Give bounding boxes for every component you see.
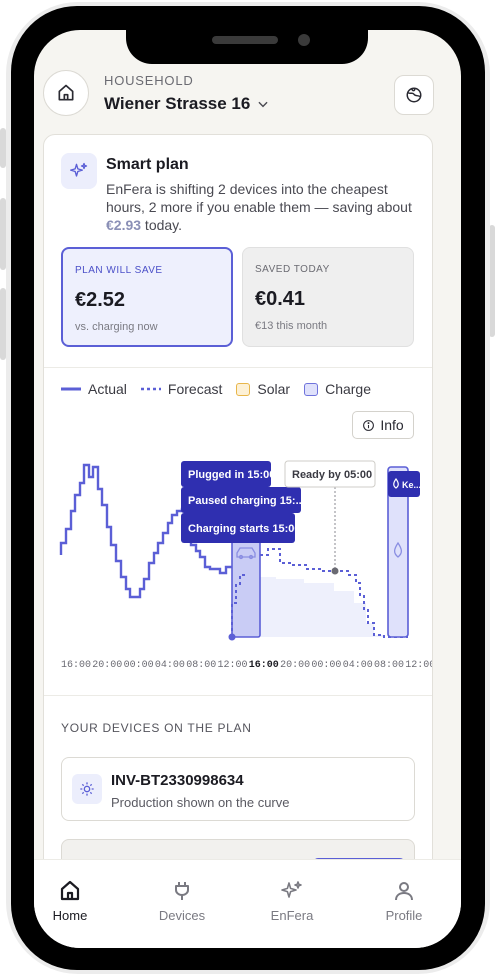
smart-plan-desc-tail: today. (141, 217, 183, 233)
x-tick-label: 00:00 (124, 660, 154, 671)
household-selector[interactable]: Wiener Strasse 16 (104, 94, 270, 114)
legend-charge-label: Charge (325, 381, 371, 397)
info-button-label: Info (380, 417, 404, 433)
plug-icon (175, 882, 189, 900)
now-marker-dot (228, 633, 236, 641)
x-tick-label: 12:00 (218, 660, 248, 671)
tooltip-plugged: Plugged in 15:00 (188, 469, 275, 481)
devices-section-title: YOUR DEVICES ON THE PLAN (61, 721, 252, 735)
x-tick-label: 04:00 (155, 660, 185, 671)
divider (44, 367, 432, 368)
legend-actual-label: Actual (88, 381, 127, 397)
nav-profile-label: Profile (385, 908, 423, 923)
chart-legend: Actual Forecast Solar Charge (61, 381, 385, 397)
plan-will-save-label: PLAN WILL SAVE (75, 265, 163, 276)
legend-solar-label: Solar (257, 381, 291, 397)
tooltip-charging: Charging starts 15:00 (188, 523, 300, 535)
x-tick-label: 04:00 (343, 660, 373, 671)
device-tag[interactable]: Ke... (388, 471, 421, 497)
globe-button[interactable] (394, 75, 434, 115)
saved-today-value: €0.41 (255, 288, 306, 310)
saved-today-label: SAVED TODAY (255, 264, 330, 275)
device-card[interactable]: INV-BT2330998634 Production shown on the… (61, 757, 415, 821)
household-label: HOUSEHOLD (104, 73, 194, 88)
speaker-grille (212, 36, 278, 44)
front-camera (298, 34, 310, 46)
tooltip-ready: Ready by 05:00 (292, 469, 372, 481)
smart-plan-desc-text: EnFera is shifting 2 devices into the ch… (106, 181, 412, 215)
x-tick-label: 00:00 (311, 660, 341, 671)
x-axis-ticks: 16:00 20:00 00:00 04:00 08:00 12:00 16:00 20:00… (61, 660, 433, 671)
bottom-navigation: Home Devices EnFera Profile (34, 859, 461, 948)
home-icon (58, 84, 74, 101)
saving-amount: €2.93 (106, 217, 142, 233)
smart-plan-description: EnFera is shifting 2 devices into the ch… (106, 180, 416, 234)
ready-marker-dot (331, 567, 339, 575)
info-icon (363, 419, 375, 431)
device-name: INV-BT2330998634 (111, 772, 244, 789)
charge-swatch (304, 382, 319, 396)
app-screen: HOUSEHOLD Wiener Strasse 16 Smart plan E… (34, 30, 461, 948)
device-tag-label: Ke... (402, 480, 421, 490)
charge-window-rect (231, 540, 261, 638)
legend-forecast-label: Forecast (167, 381, 223, 397)
x-tick-label: 20:00 (280, 660, 310, 671)
smart-plan-title: Smart plan (106, 156, 189, 173)
saved-today-sub: €13 this month (255, 320, 328, 332)
sun-icon-tile (72, 774, 102, 804)
nav-devices[interactable]: Devices (142, 878, 222, 923)
household-name: Wiener Strasse 16 (104, 94, 251, 113)
device-description: Production shown on the curve (111, 795, 290, 810)
info-button[interactable]: Info (352, 411, 414, 439)
sparkle-icon-tile (61, 153, 97, 189)
nav-devices-label: Devices (158, 908, 206, 923)
nav-enfera-label: EnFera (270, 908, 314, 923)
legend-charge[interactable]: Charge (304, 381, 371, 397)
plan-will-save-value: €2.52 (75, 289, 126, 311)
x-tick-label: 08:00 (374, 660, 404, 671)
nav-home-label: Home (52, 908, 88, 923)
nav-home[interactable]: Home (34, 878, 110, 923)
chevron-down-icon (258, 101, 268, 108)
nav-enfera[interactable]: EnFera (252, 878, 332, 923)
plan-will-save-sub: vs. charging now (75, 321, 158, 333)
x-tick-label: 16:00 (249, 660, 279, 671)
solar-swatch (236, 382, 251, 396)
x-tick-label: 16:00 (61, 660, 91, 671)
energy-chart: Plugged in 15:00 Paused charging 15:... … (59, 460, 433, 671)
smart-plan-card: Smart plan EnFera is shifting 2 devices … (43, 134, 433, 874)
sparkle-icon (70, 162, 88, 177)
solid-line-swatch (61, 387, 81, 391)
x-tick-label: 08:00 (186, 660, 216, 671)
x-tick-label: 12:00 (405, 660, 433, 671)
divider (44, 695, 432, 696)
ready-tooltip[interactable]: Ready by 05:00 (284, 460, 376, 488)
dashed-line-swatch (140, 387, 161, 391)
household-home-button[interactable] (43, 70, 89, 116)
tooltip-paused: Paused charging 15:... (188, 495, 305, 507)
plan-will-save-tile[interactable]: PLAN WILL SAVE €2.52 vs. charging now (61, 247, 233, 347)
globe-icon (406, 87, 422, 103)
saved-today-tile[interactable]: SAVED TODAY €0.41 €13 this month (242, 247, 414, 347)
legend-forecast[interactable]: Forecast (140, 381, 223, 397)
legend-solar[interactable]: Solar (236, 381, 290, 397)
x-tick-label: 20:00 (92, 660, 122, 671)
phone-notch (126, 14, 368, 64)
legend-actual[interactable]: Actual (61, 381, 127, 397)
person-icon (395, 882, 413, 901)
home-icon (60, 880, 80, 901)
sparkle-icon (281, 881, 302, 898)
sun-icon (80, 782, 94, 796)
nav-profile[interactable]: Profile (364, 878, 444, 923)
